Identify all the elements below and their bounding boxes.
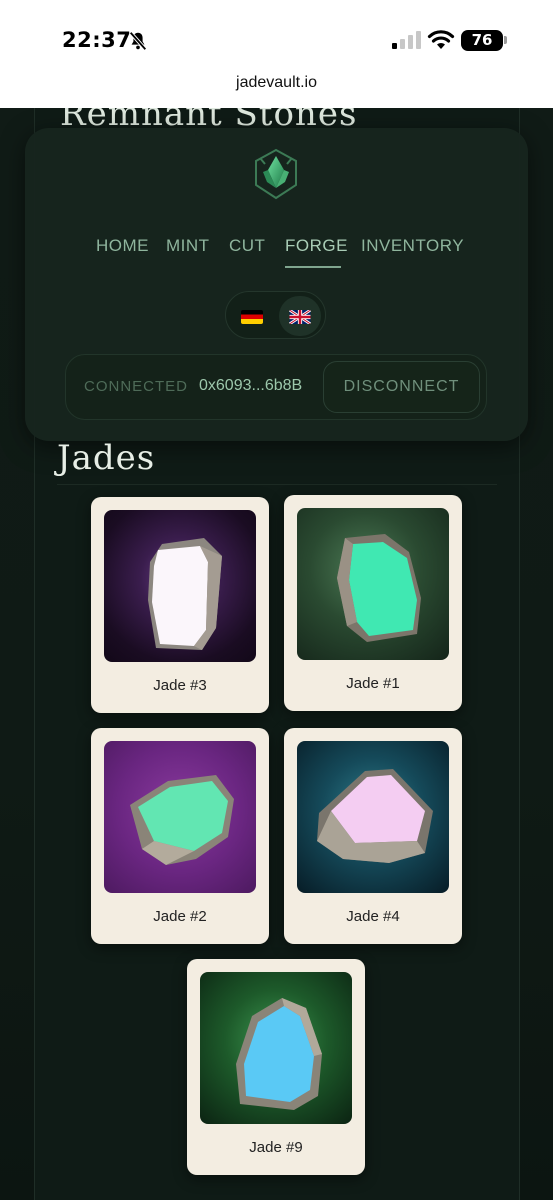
jade-name: Jade #9: [249, 1139, 303, 1156]
jade-card[interactable]: Jade #2: [91, 728, 269, 944]
nav-forge[interactable]: FORGE: [285, 236, 348, 256]
nav-home[interactable]: HOME: [96, 236, 149, 256]
jade-name: Jade #4: [346, 908, 400, 925]
cellular-signal-icon: [392, 31, 421, 49]
status-bar: 22:37 76: [0, 0, 553, 62]
jade-image: [200, 972, 352, 1124]
jade-card[interactable]: Jade #4: [284, 728, 462, 944]
jade-name: Jade #3: [153, 677, 207, 694]
nav-cut[interactable]: CUT: [229, 236, 265, 256]
jade-stone-image: [148, 538, 222, 650]
browser-url-bar[interactable]: jadevault.io: [0, 62, 553, 108]
status-time: 22:37: [62, 28, 132, 52]
jade-stone-image: [317, 769, 433, 863]
jade-name: Jade #2: [153, 908, 207, 925]
language-de-button[interactable]: [231, 296, 273, 336]
jade-logo-icon[interactable]: [251, 148, 301, 200]
language-en-button[interactable]: [279, 296, 321, 336]
url-text[interactable]: jadevault.io: [0, 74, 553, 92]
german-flag-icon: [241, 309, 263, 324]
nav-mint[interactable]: MINT: [166, 236, 210, 256]
wallet-address: 0x6093...6b8B: [199, 377, 303, 394]
jade-image: [104, 510, 256, 662]
main-nav: HOME MINT CUT FORGE INVENTORY: [0, 236, 553, 276]
disconnect-button[interactable]: DISCONNECT: [323, 361, 480, 413]
nav-active-indicator: [285, 266, 341, 268]
jades-heading: Jades: [57, 438, 156, 478]
battery-tip: [504, 36, 507, 44]
language-toggle: [225, 291, 326, 339]
uk-flag-icon: [289, 309, 311, 324]
wifi-icon: [427, 30, 455, 49]
jade-stone-image: [337, 534, 421, 642]
jade-card[interactable]: Jade #1: [284, 495, 462, 711]
jades-divider: [57, 484, 497, 485]
jade-card[interactable]: Jade #9: [187, 959, 365, 1175]
jade-card[interactable]: Jade #3: [91, 497, 269, 713]
nav-inventory[interactable]: INVENTORY: [361, 236, 464, 256]
jade-image: [297, 508, 449, 660]
battery-indicator: 76: [461, 30, 503, 51]
jade-image: [297, 741, 449, 893]
wallet-panel: CONNECTED 0x6093...6b8B DISCONNECT: [65, 354, 487, 420]
jade-name: Jade #1: [346, 675, 400, 692]
wallet-status: CONNECTED: [84, 378, 189, 395]
jade-stone-image: [130, 775, 234, 865]
jade-image: [104, 741, 256, 893]
bell-slash-icon: [129, 31, 147, 51]
jade-stone-image: [236, 998, 322, 1110]
page: Remnant Stones HOME MINT CUT FORGE INVEN…: [0, 108, 553, 1200]
